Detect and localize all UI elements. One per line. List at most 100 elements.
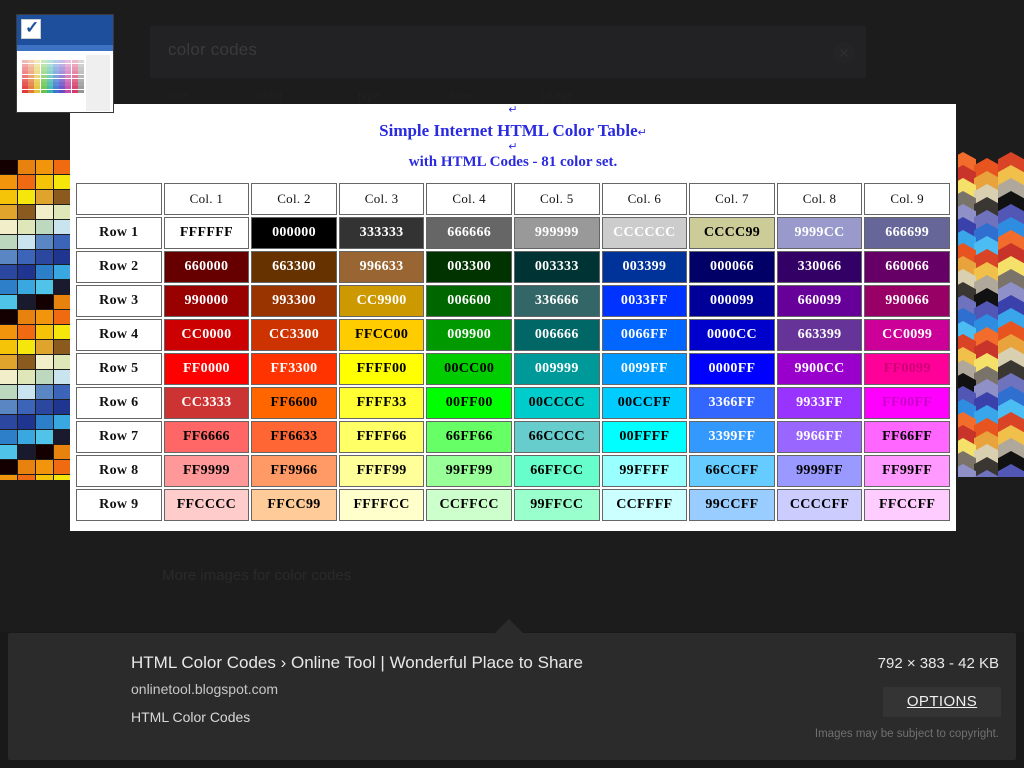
row-header-6: Row 6 <box>76 387 162 419</box>
color-cell: 333333 <box>338 217 425 249</box>
thumbnail-swatch <box>18 250 35 264</box>
thumbnail-swatch <box>54 475 70 480</box>
color-cell: 00FF00 <box>426 387 512 419</box>
filter-tab-usage[interactable]: usage <box>542 90 573 104</box>
row-header-1: Row 1 <box>76 217 162 249</box>
thumbnail-grid-cell <box>65 89 72 93</box>
thumbnail-swatch <box>36 340 53 354</box>
thumbnail-swatch <box>54 340 70 354</box>
image-title-line2: with HTML Codes - 81 color set. <box>408 154 618 170</box>
table-row: Row 4 CC0000 CC3300 FFCC00 009900 006666 0066F… <box>76 319 950 351</box>
thumbnail-swatch <box>36 190 53 204</box>
column-header-9: Col. 9 <box>864 183 950 215</box>
thumbnail-swatch <box>18 340 35 354</box>
color-cell: FFFF33 <box>338 387 425 419</box>
search-bar[interactable] <box>150 26 866 78</box>
color-cell: 000000 <box>251 217 337 249</box>
color-cell: FFFF66 <box>338 421 425 453</box>
thumbnail-swatch <box>36 355 53 369</box>
thumbnail-swatch <box>36 265 53 279</box>
color-cell: FFFF99 <box>338 455 425 487</box>
color-cell: CCCCCC <box>601 217 688 249</box>
filter-tab-size[interactable]: size <box>168 90 189 104</box>
thumbnail-swatch <box>36 295 53 309</box>
adjacent-thumbnail-right[interactable] <box>958 152 1024 477</box>
thumbnail-swatch <box>54 235 70 249</box>
thumbnail-swatch <box>18 400 35 414</box>
thumbnail-swatch <box>18 460 35 474</box>
thumbnail-grid-cell <box>40 89 47 93</box>
color-cell: CC0099 <box>864 319 950 351</box>
thumbnail-swatch <box>54 445 70 459</box>
color-cell: FFCC00 <box>338 319 425 351</box>
result-url[interactable]: onlinetool.blogspot.com <box>131 681 278 697</box>
main-image[interactable]: ↵ Simple Internet HTML Color Table↵ ↵ wi… <box>70 104 956 531</box>
color-cell: FFCCCC <box>163 489 250 521</box>
thumbnail-swatch <box>36 445 53 459</box>
thumbnail-swatch <box>36 310 53 324</box>
column-header-5: Col. 5 <box>513 183 600 215</box>
image-dimensions: 792 × 383 - 42 KB <box>877 655 999 672</box>
color-cell: 0066FF <box>601 319 688 351</box>
thumbnail-sidebar <box>86 55 110 111</box>
color-cell: 003300 <box>426 251 512 283</box>
thumbnail-swatch <box>18 355 35 369</box>
more-images-link[interactable]: More images for color codes <box>162 567 351 584</box>
filter-tab-time[interactable]: time <box>450 90 472 104</box>
image-viewer-screen: color codes ✕ size color type time usage… <box>0 0 1024 768</box>
color-cell: 66FFCC <box>513 455 600 487</box>
color-cell: 66FF66 <box>426 421 512 453</box>
row-header-8: Row 8 <box>76 455 162 487</box>
table-header-row: Col. 1 Col. 2 Col. 3 Col. 4 Col. 5 Col. 6 Col.… <box>76 183 950 215</box>
thumbnail-swatch <box>0 325 17 339</box>
thumbnail-swatch <box>36 385 53 399</box>
image-title-text: Simple Internet HTML Color Table <box>379 121 638 140</box>
thumbnail-swatch <box>18 190 35 204</box>
table-corner-cell <box>76 183 162 215</box>
filter-tab-color[interactable]: color <box>258 90 283 104</box>
thumbnail-swatch <box>18 310 35 324</box>
color-cell: FF99FF <box>864 455 950 487</box>
title-return-1: ↵ <box>508 104 518 116</box>
color-cell: 666699 <box>864 217 950 249</box>
thumbnail-swatch <box>54 175 70 189</box>
clear-icon[interactable]: ✕ <box>833 42 855 64</box>
color-cell: 663300 <box>251 251 337 283</box>
color-cell: 0033FF <box>601 285 688 317</box>
options-button[interactable]: OPTIONS <box>883 687 1001 717</box>
color-cell: 0099FF <box>601 353 688 385</box>
thumbnail-swatch <box>18 385 35 399</box>
color-cell: 3366FF <box>689 387 775 419</box>
color-cell: FFCCFF <box>864 489 950 521</box>
adjacent-thumbnail-left[interactable] <box>0 160 70 480</box>
thumbnail-swatch <box>18 430 35 444</box>
row-header-4: Row 4 <box>76 319 162 351</box>
result-title[interactable]: HTML Color Codes › Online Tool | Wonderf… <box>131 653 583 673</box>
thumbnail-swatch <box>54 370 70 384</box>
color-cell: 99CCFF <box>689 489 775 521</box>
color-cell: 660000 <box>163 251 250 283</box>
search-input[interactable]: color codes <box>168 40 257 60</box>
thumbnail-swatch <box>54 265 70 279</box>
thumbnail-swatch <box>0 355 17 369</box>
thumbnail-swatch <box>18 160 35 174</box>
color-cell: CCFFFF <box>601 489 688 521</box>
thumbnail-swatch <box>54 400 70 414</box>
thumbnail-swatch <box>0 310 17 324</box>
thumbnail-swatch <box>18 235 35 249</box>
thumbnail-swatch <box>36 160 53 174</box>
thumbnail-swatch <box>0 460 17 474</box>
thumbnail-grid-cell <box>53 89 59 93</box>
thumbnail-swatch <box>18 280 35 294</box>
color-cell: CCCCFF <box>776 489 863 521</box>
table-row: Row 2 660000 663300 996633 003300 003333 00339… <box>76 251 950 283</box>
color-cell: 0000FF <box>689 353 775 385</box>
color-cell: 666666 <box>426 217 512 249</box>
thumbnail-swatch <box>54 310 70 324</box>
color-cell: 003399 <box>601 251 688 283</box>
filter-tab-type[interactable]: type <box>358 90 380 104</box>
thumbnail-swatch <box>0 190 17 204</box>
thumbnail-swatch <box>54 355 70 369</box>
source-page-thumbnail[interactable] <box>16 14 114 113</box>
thumbnail-swatch <box>36 400 53 414</box>
